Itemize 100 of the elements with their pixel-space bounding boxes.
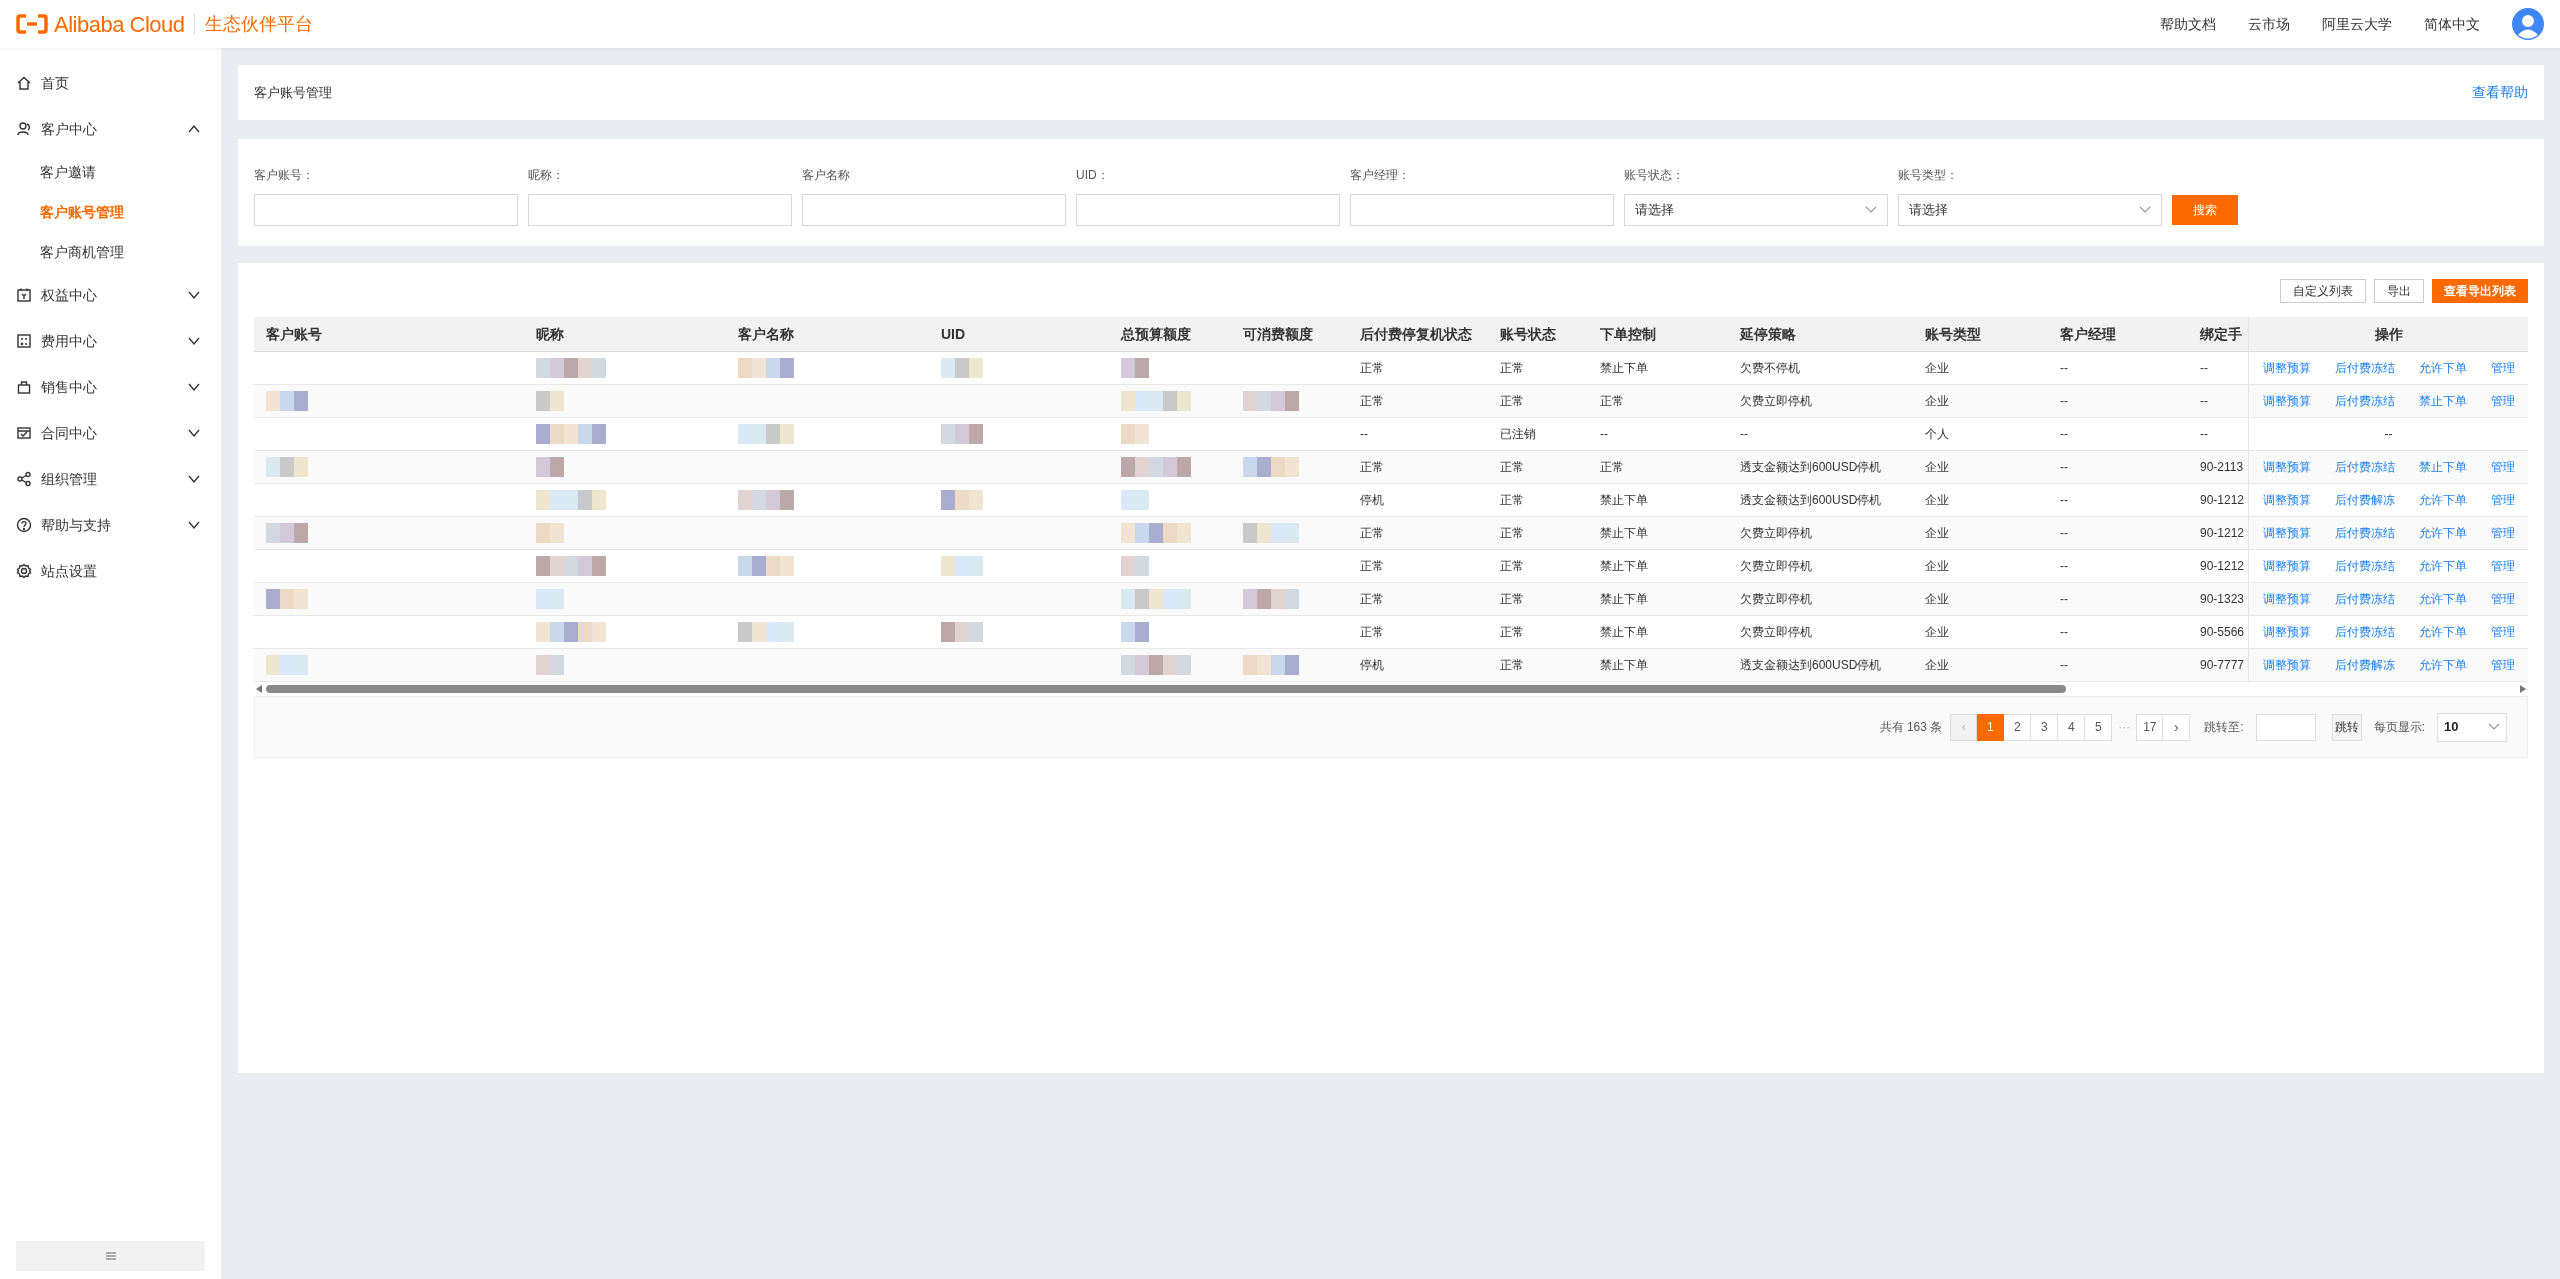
- action-link[interactable]: 后付费冻结: [2334, 590, 2395, 608]
- action-link[interactable]: 调整预算: [2262, 557, 2311, 575]
- sidebar-item[interactable]: 站点设置: [0, 548, 221, 594]
- toolbar-button[interactable]: 自定义列表: [2280, 279, 2366, 303]
- action-link[interactable]: 后付费冻结: [2334, 458, 2395, 476]
- action-link[interactable]: 后付费冻结: [2334, 524, 2395, 542]
- action-link[interactable]: 后付费冻结: [2334, 557, 2395, 575]
- action-link[interactable]: 管理: [2490, 491, 2515, 509]
- action-link[interactable]: 调整预算: [2262, 392, 2311, 410]
- sidebar-item[interactable]: 帮助与支持: [0, 502, 221, 548]
- table-cell-text: 90-1212: [2199, 525, 2246, 542]
- table-cell-text: 禁止下单: [1599, 591, 1649, 608]
- page-button[interactable]: 2: [2004, 713, 2032, 741]
- action-link[interactable]: 管理: [2490, 590, 2515, 608]
- select-field[interactable]: 请选择: [1898, 194, 2162, 226]
- table-cell-text: 正常: [1359, 558, 1385, 575]
- table-cell-text: 企业: [1924, 657, 1950, 674]
- action-link[interactable]: 管理: [2490, 623, 2515, 641]
- header-link[interactable]: 云市场: [2248, 13, 2290, 35]
- pixelated-redaction-drawing: [1243, 391, 1299, 411]
- action-link[interactable]: 后付费解冻: [2334, 656, 2395, 674]
- action-link[interactable]: 调整预算: [2262, 458, 2311, 476]
- table-cell-text: 正常: [1499, 393, 1525, 410]
- sidebar-item[interactable]: 权益中心: [0, 272, 221, 318]
- header-link[interactable]: 帮助文档: [2160, 13, 2216, 35]
- action-link[interactable]: 禁止下单: [2418, 458, 2467, 476]
- search-button[interactable]: 搜索: [2172, 195, 2238, 225]
- action-link[interactable]: 管理: [2490, 524, 2515, 542]
- action-link[interactable]: 调整预算: [2262, 359, 2311, 377]
- sidebar-item[interactable]: 客户中心: [0, 106, 221, 152]
- action-link[interactable]: 后付费冻结: [2334, 392, 2395, 410]
- action-link[interactable]: 允许下单: [2418, 524, 2467, 542]
- sidebar-item[interactable]: 费用中心: [0, 318, 221, 364]
- table-cell-text: --: [2199, 360, 2209, 377]
- input-field[interactable]: [1076, 194, 1340, 226]
- page-button[interactable]: 4: [2058, 713, 2086, 741]
- pixelated-redaction-drawing: [738, 358, 794, 378]
- scroll-right-arrow-icon[interactable]: [2520, 685, 2526, 693]
- pixelated-redaction-drawing: [536, 589, 564, 609]
- table-cell-text: 正常: [1359, 525, 1385, 542]
- toolbar-button[interactable]: 查看导出列表: [2432, 279, 2528, 303]
- action-link[interactable]: 管理: [2490, 392, 2515, 410]
- header-link[interactable]: 简体中文: [2424, 13, 2480, 35]
- table-cell-text: 正常: [1599, 393, 1625, 410]
- action-link[interactable]: 调整预算: [2262, 524, 2311, 542]
- action-link[interactable]: 禁止下单: [2418, 392, 2467, 410]
- header-link[interactable]: 阿里云大学: [2322, 13, 2392, 35]
- filter-label: 昵称：: [528, 167, 565, 184]
- input-field[interactable]: [802, 194, 1066, 226]
- scroll-left-arrow-icon[interactable]: [256, 685, 262, 693]
- pixelated-redaction-drawing: [536, 358, 606, 378]
- action-link[interactable]: 调整预算: [2262, 656, 2311, 674]
- sidebar-item[interactable]: 合同中心: [0, 410, 221, 456]
- table-cell-text: 正常: [1499, 459, 1525, 476]
- page-button[interactable]: 5: [2085, 713, 2113, 741]
- action-link[interactable]: 管理: [2490, 359, 2515, 377]
- action-link[interactable]: 管理: [2490, 458, 2515, 476]
- action-link[interactable]: 管理: [2490, 656, 2515, 674]
- input-field[interactable]: [528, 194, 792, 226]
- action-link[interactable]: 允许下单: [2418, 656, 2467, 674]
- table-cell-text: 正常: [1499, 657, 1525, 674]
- table-cell-text: --: [2059, 393, 2069, 410]
- page-jump-field[interactable]: [2255, 713, 2316, 741]
- action-link[interactable]: 允许下单: [2418, 623, 2467, 641]
- sidebar-item[interactable]: 销售中心: [0, 364, 221, 410]
- action-link[interactable]: 后付费冻结: [2334, 359, 2395, 377]
- select-field[interactable]: 请选择: [1624, 194, 1888, 226]
- help-link[interactable]: 查看帮助: [2472, 82, 2528, 103]
- action-link[interactable]: 允许下单: [2418, 491, 2467, 509]
- page-button[interactable]: 1: [1977, 713, 2005, 741]
- action-link[interactable]: 后付费冻结: [2334, 623, 2395, 641]
- table-cell-text: --: [2059, 591, 2069, 608]
- action-link[interactable]: 允许下单: [2418, 590, 2467, 608]
- jump-button[interactable]: 跳转: [2331, 713, 2362, 741]
- horizontal-scrollbar[interactable]: [254, 682, 2528, 696]
- sidebar-subitem[interactable]: 客户账号管理: [0, 192, 221, 232]
- input-field[interactable]: [1350, 194, 1614, 226]
- next-page-button[interactable]: ›: [2163, 713, 2191, 741]
- sidebar-item[interactable]: 首页: [0, 60, 221, 106]
- input-field[interactable]: [254, 194, 518, 226]
- pixelated-redaction-drawing: [941, 622, 983, 642]
- action-link[interactable]: 调整预算: [2262, 491, 2311, 509]
- page-button[interactable]: 3: [2031, 713, 2059, 741]
- action-link[interactable]: 后付费解冻: [2334, 491, 2395, 509]
- user-avatar-icon[interactable]: [2512, 8, 2544, 40]
- pixelated-redaction-drawing: [1243, 523, 1299, 543]
- sidebar-subitem[interactable]: 客户邀请: [0, 152, 221, 192]
- collapse-button[interactable]: [16, 1241, 205, 1271]
- sidebar-subitem[interactable]: 客户商机管理: [0, 232, 221, 272]
- page-size-select[interactable]: 10: [2437, 712, 2507, 742]
- action-link[interactable]: 允许下单: [2418, 359, 2467, 377]
- house-icon: [16, 75, 32, 91]
- action-link[interactable]: 调整预算: [2262, 623, 2311, 641]
- sidebar-item[interactable]: 组织管理: [0, 456, 221, 502]
- action-link[interactable]: 允许下单: [2418, 557, 2467, 575]
- action-link[interactable]: 管理: [2490, 557, 2515, 575]
- page-button[interactable]: 17: [2136, 713, 2164, 741]
- toolbar-button[interactable]: 导出: [2374, 279, 2424, 303]
- action-link[interactable]: 调整预算: [2262, 590, 2311, 608]
- pixelated-redaction-drawing: [738, 490, 794, 510]
